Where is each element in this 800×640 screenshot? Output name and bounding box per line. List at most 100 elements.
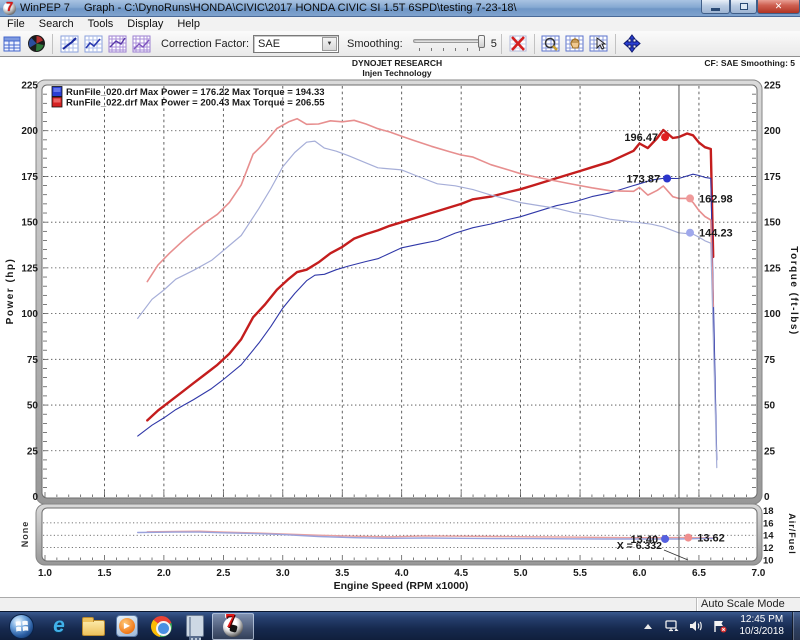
- red-power-value-label: 196.47: [624, 132, 658, 144]
- correction-factor-value: SAE: [254, 38, 280, 50]
- power-tick-label: 50: [27, 401, 39, 412]
- rpm-tick-label: 1.5: [97, 568, 111, 579]
- status-bar: Auto Scale Mode: [0, 597, 800, 611]
- clock-date: 10/3/2018: [740, 626, 785, 639]
- media-player-icon: ▶: [116, 615, 138, 637]
- move-axes-icon[interactable]: [621, 33, 643, 55]
- power-tick-label: 125: [21, 263, 38, 274]
- minimize-icon: [711, 8, 720, 11]
- runs-grid-icon[interactable]: [1, 33, 23, 55]
- title-bar[interactable]: 7 WinPEP 7 Graph - C:\DynoRuns\HONDA\CIV…: [0, 0, 800, 17]
- chevron-down-icon[interactable]: ▼: [322, 37, 337, 51]
- taskbar-item-calculator[interactable]: [178, 613, 212, 640]
- app-name: WinPEP 7: [20, 2, 70, 14]
- power-tick-label: 150: [21, 218, 38, 229]
- power-tick-label: 175: [21, 172, 38, 183]
- chrome-icon: [151, 616, 172, 637]
- smoothing-label: Smoothing:: [347, 38, 403, 50]
- chart-cf-smoothing-info: CF: SAE Smoothing: 5: [704, 58, 795, 68]
- graph-overlay-icon[interactable]: [106, 33, 128, 55]
- toolbar-separator: [534, 34, 535, 54]
- toolbar-separator: [615, 34, 616, 54]
- blue-torque-value-dot: [686, 229, 694, 237]
- taskbar-item-media-player[interactable]: ▶: [110, 613, 144, 640]
- show-desktop-button[interactable]: [792, 612, 800, 640]
- af-left-title: None: [20, 521, 30, 548]
- pick-graph-icon[interactable]: [588, 33, 610, 55]
- network-icon[interactable]: [665, 620, 679, 632]
- power-tick-label: 75: [27, 355, 39, 366]
- dyno-chart[interactable]: DYNOJET RESEARCHInjen Technology CF: SAE …: [0, 57, 800, 597]
- rpm-tick-label: 5.0: [514, 568, 528, 579]
- power-tick-label: 0: [32, 492, 38, 503]
- slider-track[interactable]: [413, 39, 485, 43]
- taskbar-clock[interactable]: 12:45 PM 10/3/2018: [740, 614, 785, 639]
- rpm-tick-label: 2.5: [216, 568, 230, 579]
- taskbar-item-chrome[interactable]: [144, 613, 178, 640]
- system-tray: 12:45 PM 10/3/2018: [636, 612, 800, 640]
- red-power-value-dot: [661, 133, 669, 141]
- maximize-button[interactable]: [730, 0, 757, 14]
- graph-power-icon[interactable]: [58, 33, 80, 55]
- tray-expand-icon[interactable]: [644, 624, 652, 629]
- pan-graph-icon[interactable]: [564, 33, 586, 55]
- blue-power-value-label: 173.87: [626, 174, 660, 186]
- taskbar-item-winpep-active[interactable]: 7: [212, 613, 254, 640]
- color-wheel-icon[interactable]: [25, 33, 47, 55]
- correction-factor-label: Correction Factor:: [161, 38, 249, 50]
- rpm-tick-label: 6.0: [633, 568, 647, 579]
- menu-tools[interactable]: Tools: [81, 17, 121, 31]
- internet-explorer-icon: e: [53, 616, 65, 636]
- menu-file[interactable]: File: [0, 17, 32, 31]
- menu-display[interactable]: Display: [120, 17, 170, 31]
- rpm-tick-label: 6.5: [692, 568, 706, 579]
- rpm-tick-label: 3.5: [335, 568, 349, 579]
- windows-flag-icon: [15, 620, 29, 633]
- torque-tick-label: 0: [764, 492, 770, 503]
- menu-search[interactable]: Search: [32, 17, 81, 31]
- correction-factor-select[interactable]: SAE ▼: [253, 35, 339, 53]
- torque-tick-label: 75: [764, 355, 776, 366]
- winpep-taskbar-icon: 7: [221, 614, 245, 638]
- restore-icon: [740, 3, 748, 10]
- rpm-tick-label: 2.0: [157, 568, 171, 579]
- torque-tick-label: 50: [764, 401, 776, 412]
- af-tick-label: 14: [763, 531, 774, 542]
- slider-thumb[interactable]: [478, 35, 485, 48]
- zoom-graph-icon[interactable]: [540, 33, 562, 55]
- menu-help[interactable]: Help: [170, 17, 207, 31]
- legend-label: RunFile_022.drf Max Power = 200.43 Max T…: [66, 98, 325, 109]
- power-tick-label: 25: [27, 446, 39, 457]
- smoothing-value: 5: [491, 38, 497, 50]
- torque-tick-label: 100: [764, 309, 781, 320]
- close-button[interactable]: ✕: [757, 0, 800, 14]
- folder-icon: [82, 620, 105, 636]
- cursor-x-label: X = 6.332: [617, 540, 662, 552]
- chart-brand: DYNOJET RESEARCH: [352, 58, 442, 68]
- red-torque-value-dot: [686, 194, 694, 202]
- graph-line-icon[interactable]: [82, 33, 104, 55]
- taskbar-item-internet-explorer[interactable]: e: [42, 613, 76, 640]
- x-axis-title: Engine Speed (RPM x1000): [334, 580, 469, 592]
- af-axis-title: Air/Fuel: [787, 513, 797, 555]
- delete-run-icon[interactable]: [507, 33, 529, 55]
- smoothing-slider[interactable]: [413, 35, 485, 53]
- taskbar: e ▶ 7 12:45 PM 10/3/2018: [0, 611, 800, 640]
- power-tick-label: 225: [21, 80, 38, 91]
- taskbar-item-file-explorer[interactable]: [76, 613, 110, 640]
- rpm-tick-label: 7.0: [751, 568, 765, 579]
- action-center-flag-icon[interactable]: [713, 620, 727, 633]
- torque-axis-title: Torque (ft-lbs): [788, 246, 799, 336]
- torque-tick-label: 150: [764, 218, 781, 229]
- af-tick-label: 10: [763, 556, 774, 567]
- graph-multi-icon[interactable]: [130, 33, 152, 55]
- volume-icon[interactable]: [689, 620, 703, 632]
- winpep-app-icon: 7: [3, 2, 16, 15]
- toolbar-separator: [52, 34, 53, 54]
- minimize-button[interactable]: [701, 0, 730, 14]
- red-torque-value-label: 162.98: [699, 193, 733, 205]
- chart-subbrand: Injen Technology: [362, 68, 432, 78]
- start-button[interactable]: [9, 614, 34, 639]
- rpm-tick-label: 4.5: [454, 568, 468, 579]
- winpep-window: 7 WinPEP 7 Graph - C:\DynoRuns\HONDA\CIV…: [0, 0, 800, 640]
